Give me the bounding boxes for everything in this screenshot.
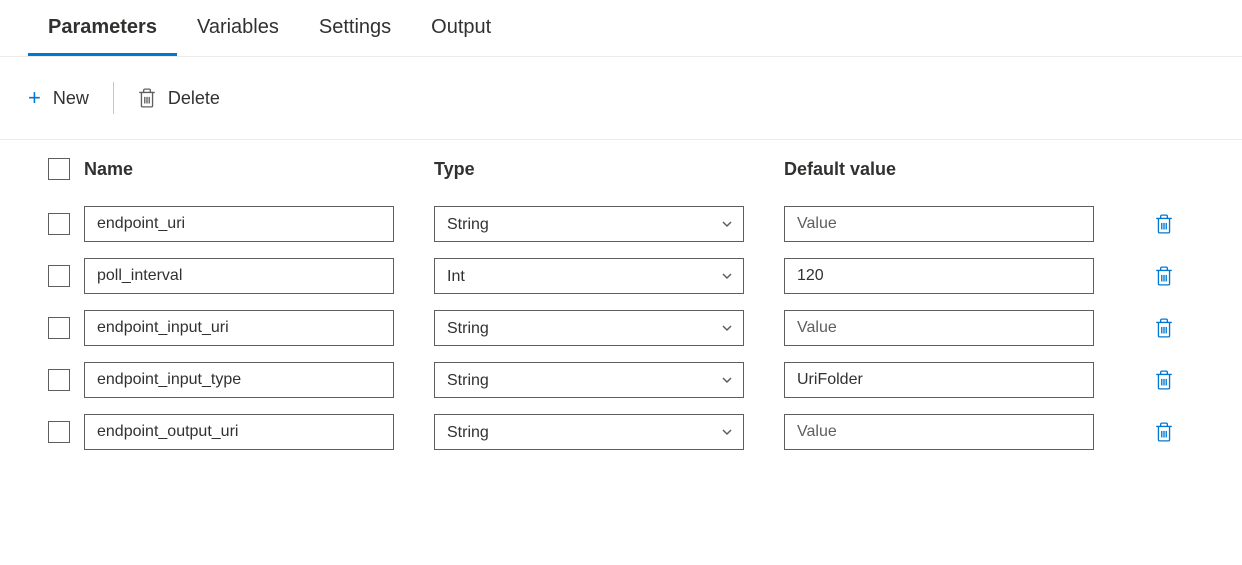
trash-icon[interactable] bbox=[1155, 266, 1173, 286]
toolbar-divider bbox=[113, 82, 114, 114]
column-header-type: Type bbox=[434, 159, 784, 180]
delete-button-label: Delete bbox=[168, 88, 220, 109]
name-input[interactable] bbox=[84, 258, 394, 294]
name-input[interactable] bbox=[84, 414, 394, 450]
parameters-table: Name Type Default value String bbox=[0, 140, 1242, 458]
table-row: Int bbox=[28, 250, 1214, 302]
value-input[interactable] bbox=[784, 310, 1094, 346]
table-header: Name Type Default value bbox=[28, 140, 1214, 198]
value-input[interactable] bbox=[784, 258, 1094, 294]
row-checkbox[interactable] bbox=[48, 213, 70, 235]
row-checkbox[interactable] bbox=[48, 265, 70, 287]
new-button[interactable]: + New bbox=[28, 81, 89, 115]
table-row: String bbox=[28, 302, 1214, 354]
new-button-label: New bbox=[53, 88, 89, 109]
value-input[interactable] bbox=[784, 206, 1094, 242]
type-select[interactable]: String bbox=[434, 414, 744, 450]
name-input[interactable] bbox=[84, 310, 394, 346]
trash-icon[interactable] bbox=[1155, 214, 1173, 234]
row-checkbox[interactable] bbox=[48, 317, 70, 339]
type-select[interactable]: String bbox=[434, 310, 744, 346]
value-input[interactable] bbox=[784, 414, 1094, 450]
table-row: String bbox=[28, 406, 1214, 458]
row-checkbox[interactable] bbox=[48, 421, 70, 443]
table-row: String bbox=[28, 354, 1214, 406]
trash-icon[interactable] bbox=[1155, 422, 1173, 442]
trash-icon[interactable] bbox=[1155, 370, 1173, 390]
name-input[interactable] bbox=[84, 362, 394, 398]
name-input[interactable] bbox=[84, 206, 394, 242]
row-checkbox[interactable] bbox=[48, 369, 70, 391]
delete-button[interactable]: Delete bbox=[138, 84, 220, 113]
column-header-name: Name bbox=[84, 159, 434, 180]
toolbar: + New Delete bbox=[0, 57, 1242, 140]
type-select[interactable]: String bbox=[434, 362, 744, 398]
type-select[interactable]: Int bbox=[434, 258, 744, 294]
tab-settings[interactable]: Settings bbox=[299, 0, 411, 56]
trash-icon bbox=[138, 88, 156, 108]
table-row: String bbox=[28, 198, 1214, 250]
type-select[interactable]: String bbox=[434, 206, 744, 242]
tabs-bar: Parameters Variables Settings Output bbox=[0, 0, 1242, 57]
value-input[interactable] bbox=[784, 362, 1094, 398]
select-all-checkbox[interactable] bbox=[48, 158, 70, 180]
column-header-default-value: Default value bbox=[784, 159, 1134, 180]
tab-output[interactable]: Output bbox=[411, 0, 511, 56]
plus-icon: + bbox=[28, 85, 41, 111]
tab-variables[interactable]: Variables bbox=[177, 0, 299, 56]
trash-icon[interactable] bbox=[1155, 318, 1173, 338]
tab-parameters[interactable]: Parameters bbox=[28, 0, 177, 56]
